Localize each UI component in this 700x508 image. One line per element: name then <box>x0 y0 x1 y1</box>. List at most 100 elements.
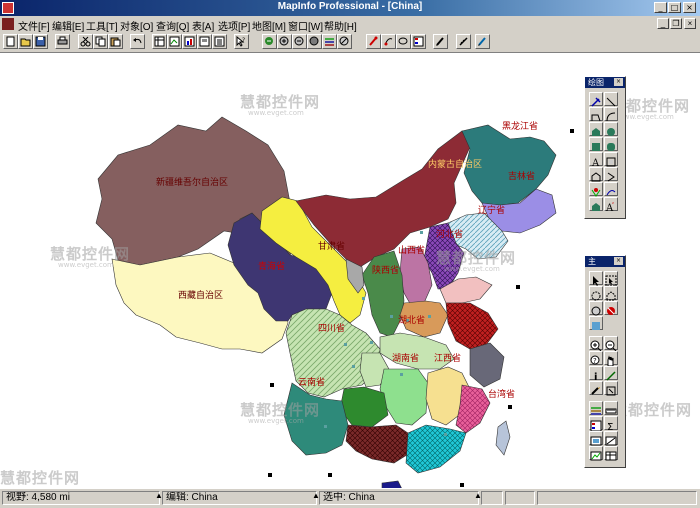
add-node-tool-icon[interactable] <box>604 167 618 182</box>
zoom-out-icon[interactable] <box>292 34 307 49</box>
show-browser-icon[interactable] <box>604 446 618 461</box>
status-selection[interactable]: 选中: China <box>319 491 479 505</box>
new-browser-icon[interactable] <box>152 34 167 49</box>
region-taiwan <box>495 420 511 456</box>
hotlink-tool-icon[interactable] <box>604 366 618 381</box>
invert-selection-icon[interactable] <box>589 316 603 330</box>
edit-pencil-icon[interactable] <box>433 34 448 49</box>
ruler-icon[interactable] <box>456 34 471 49</box>
menu-edit[interactable]: 编辑[E] <box>52 18 84 33</box>
map-window-icon[interactable] <box>2 18 14 30</box>
watermark-url: www.evget.com <box>248 109 304 117</box>
menu-bar: 文件[F] 编辑[E] 工具[T] 对象[O] 查询[Q] 表[A] 选项[P]… <box>0 16 700 33</box>
region-guangdong <box>405 424 467 474</box>
pan-icon[interactable] <box>307 34 322 49</box>
select-arrow-icon[interactable] <box>589 271 603 286</box>
paste-icon[interactable] <box>108 34 123 49</box>
menu-options[interactable]: 选项[P] <box>218 18 250 33</box>
doc-restore-button[interactable]: ❐ <box>670 18 682 29</box>
menu-window[interactable]: 窗口[W] <box>288 18 323 33</box>
copy-icon[interactable] <box>93 34 108 49</box>
run-tool-icon[interactable] <box>366 34 381 49</box>
open-folder-icon[interactable] <box>18 34 33 49</box>
new-grapher-icon[interactable] <box>182 34 197 49</box>
thematic-map-icon[interactable] <box>337 34 352 49</box>
set-target-icon[interactable] <box>589 431 603 446</box>
polyline-tool-icon[interactable] <box>589 107 603 122</box>
palette-close-icon[interactable]: × <box>614 78 623 86</box>
show-layout-icon[interactable] <box>589 446 603 461</box>
symbol-style-icon[interactable] <box>589 182 603 197</box>
frame-tool-icon[interactable] <box>604 152 618 167</box>
polygon-select-icon[interactable] <box>604 286 618 301</box>
region-style-icon[interactable] <box>589 197 603 211</box>
select-tool-icon[interactable] <box>262 34 277 49</box>
menu-table[interactable]: 表[A] <box>192 18 214 33</box>
zoom-out-icon[interactable] <box>604 336 618 352</box>
reshape-tool-icon[interactable] <box>589 167 603 182</box>
menu-map[interactable]: 地图[M] <box>252 18 286 33</box>
statistics-icon[interactable] <box>396 34 411 49</box>
ellipse-tool-icon[interactable] <box>604 122 618 136</box>
menu-tools[interactable]: 工具[T] <box>86 18 118 33</box>
menu-objects[interactable]: 对象[O] <box>120 18 153 33</box>
print-icon[interactable] <box>55 34 70 49</box>
close-button[interactable]: × <box>683 2 696 13</box>
grabber-hand-icon[interactable] <box>604 351 618 367</box>
new-mapper-icon[interactable] <box>167 34 182 49</box>
status-zoom[interactable]: 视野: 4,580 mi <box>2 491 160 505</box>
boundary-select-icon[interactable] <box>589 301 603 316</box>
help-pointer-icon[interactable]: ? <box>234 34 249 49</box>
text-style-icon[interactable]: A² <box>604 197 618 214</box>
doc-close-button[interactable]: × <box>684 18 696 29</box>
ruler-tool-icon[interactable] <box>604 401 618 415</box>
text-tool-icon[interactable]: A <box>589 152 603 169</box>
rectangle-tool-icon[interactable] <box>589 137 603 151</box>
info-tool-icon[interactable]: i <box>589 366 603 383</box>
menu-file[interactable]: 文件[F] <box>18 18 50 33</box>
drag-map-icon[interactable] <box>604 381 618 396</box>
region-jiangsu <box>445 302 499 350</box>
svg-text:?: ? <box>593 357 597 365</box>
zoom-in-icon[interactable] <box>589 336 603 352</box>
menu-query[interactable]: 查询[Q] <box>156 18 189 33</box>
layer-control-icon[interactable] <box>589 401 603 415</box>
legend-tool-icon[interactable] <box>589 416 603 432</box>
cut-icon[interactable] <box>78 34 93 49</box>
status-editing-layer[interactable]: 编辑: China <box>162 491 317 505</box>
line-style-icon[interactable] <box>604 182 618 196</box>
mapbasic-icon[interactable] <box>381 34 396 49</box>
menu-help[interactable]: 帮助[H] <box>324 18 357 33</box>
polygon-tool-icon[interactable] <box>589 122 603 136</box>
redistrict-icon[interactable] <box>212 34 227 49</box>
legend-icon[interactable] <box>411 34 426 49</box>
label-tool-icon[interactable] <box>589 381 603 395</box>
layer-control-icon[interactable] <box>322 34 337 49</box>
drawing-palette-title[interactable]: 绘图 × <box>585 77 625 88</box>
main-palette-title[interactable]: 主 × <box>585 256 625 267</box>
doc-minimize-button[interactable]: _ <box>657 18 669 29</box>
clip-region-icon[interactable] <box>604 431 618 446</box>
info-pen-icon[interactable] <box>475 34 490 49</box>
statistics-tool-icon[interactable]: Σ <box>604 416 618 433</box>
new-layout-icon[interactable] <box>197 34 212 49</box>
minimize-button[interactable]: _ <box>654 2 667 13</box>
rounded-rect-tool-icon[interactable] <box>604 137 618 151</box>
palette-close-icon[interactable]: × <box>614 257 623 265</box>
arc-tool-icon[interactable] <box>604 107 618 122</box>
undo-icon[interactable] <box>130 34 145 49</box>
new-file-icon[interactable] <box>3 34 18 49</box>
main-palette-title-text: 主 <box>588 257 596 266</box>
status-indicator-2 <box>505 491 535 505</box>
region-hubei <box>379 332 455 370</box>
change-view-icon[interactable]: ? <box>589 351 603 365</box>
unselect-all-icon[interactable] <box>604 301 618 315</box>
radius-select-icon[interactable] <box>589 286 603 301</box>
line-tool-icon[interactable] <box>604 92 618 107</box>
save-icon[interactable] <box>33 34 48 49</box>
region-zhejiang <box>469 342 505 388</box>
symbol-tool-icon[interactable] <box>589 92 603 107</box>
maximize-button[interactable]: □ <box>668 2 681 13</box>
zoom-in-icon[interactable] <box>277 34 292 49</box>
marquee-select-icon[interactable] <box>604 271 618 287</box>
